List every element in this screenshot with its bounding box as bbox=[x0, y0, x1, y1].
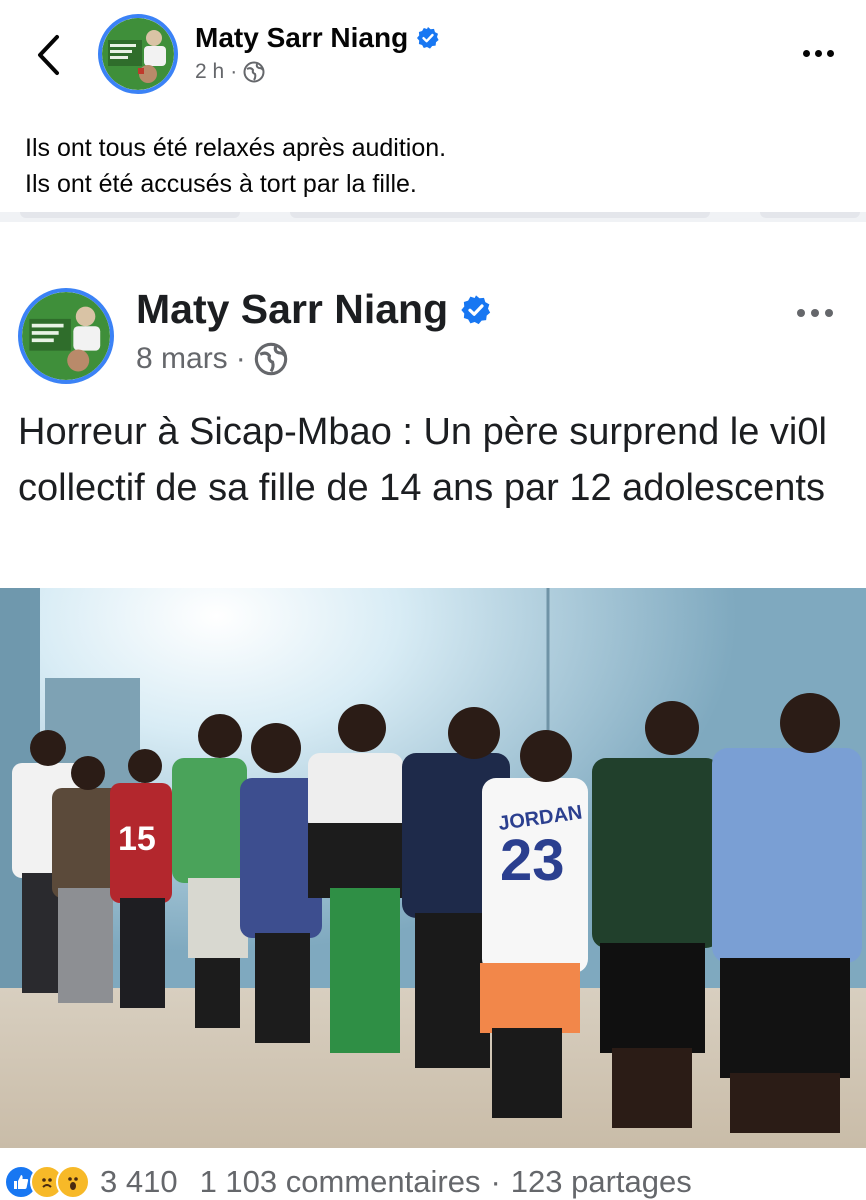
author-name[interactable]: Maty Sarr Niang bbox=[195, 22, 440, 54]
shared-post-photo: 15 JORDAN 23 bbox=[0, 588, 866, 1148]
back-button[interactable] bbox=[28, 30, 68, 80]
post-meta: 2 h · bbox=[195, 60, 265, 84]
reactions-count: 3 410 bbox=[100, 1164, 178, 1199]
jersey-number-23: 23 bbox=[500, 828, 565, 893]
verified-badge-icon bbox=[417, 27, 439, 49]
meta-separator: · bbox=[230, 60, 238, 83]
more-horizontal-icon bbox=[802, 49, 810, 57]
more-horizontal-icon bbox=[797, 309, 805, 317]
shares-count: 123 partages bbox=[510, 1164, 692, 1199]
wow-reaction-icon bbox=[56, 1165, 90, 1199]
shared-post-screenshot[interactable]: Maty Sarr Niang 8 mars · Horreur à Sicap… bbox=[0, 222, 866, 1200]
jersey-number-15: 15 bbox=[118, 820, 156, 858]
shared-author-avatar bbox=[18, 288, 114, 384]
globe-icon bbox=[254, 342, 287, 376]
meta-separator: · bbox=[235, 342, 246, 375]
globe-icon bbox=[243, 61, 265, 83]
reaction-icons bbox=[4, 1165, 90, 1199]
meta-separator: · bbox=[490, 1164, 501, 1199]
shared-post-text: Horreur à Sicap-Mbao : Un père surprend … bbox=[18, 411, 827, 509]
author-avatar[interactable] bbox=[98, 14, 178, 94]
comments-count: 1 103 commentaires bbox=[199, 1164, 481, 1199]
post-time[interactable]: 2 h bbox=[195, 60, 224, 84]
reactions-summary: 3 410 1 103 commentaires · 123 partages bbox=[0, 1162, 866, 1200]
shared-post-time: 8 mars bbox=[136, 342, 228, 375]
caption-line-1: Ils ont tous été relaxés après audition. bbox=[25, 134, 447, 162]
post-options-button[interactable] bbox=[796, 38, 840, 68]
shared-post-options bbox=[790, 298, 840, 328]
shared-author-name: Maty Sarr Niang bbox=[136, 286, 492, 333]
section-divider bbox=[0, 212, 866, 222]
post-caption: Ils ont tous été relaxés après audition.… bbox=[25, 130, 845, 202]
verified-badge-icon bbox=[461, 294, 491, 324]
caption-line-2: Ils ont été accusés à tort par la fille. bbox=[25, 170, 417, 198]
post-header: Maty Sarr Niang 2 h · bbox=[0, 0, 866, 110]
chevron-left-icon bbox=[38, 35, 59, 75]
shared-post-meta: 8 mars · bbox=[136, 342, 288, 376]
